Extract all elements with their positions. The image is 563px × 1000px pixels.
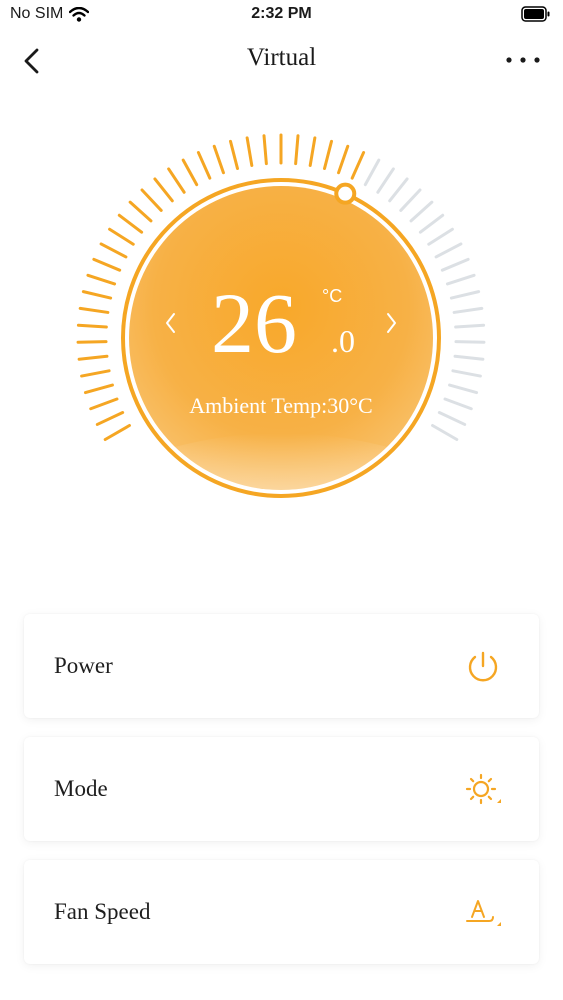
mode-card[interactable]: Mode bbox=[24, 737, 539, 841]
power-label: Power bbox=[54, 653, 113, 678]
dial-tick bbox=[418, 213, 445, 234]
dial-tick bbox=[434, 242, 463, 259]
dial-tick bbox=[350, 151, 366, 180]
dial-tick bbox=[399, 188, 422, 212]
dial-tick bbox=[212, 144, 225, 175]
dial-tick bbox=[409, 200, 434, 223]
ambient-temperature: Ambient Temp:30°C bbox=[189, 393, 372, 418]
dial-tick bbox=[363, 158, 381, 187]
power-card[interactable]: Power bbox=[24, 614, 539, 718]
status-bar: No SIM 2:32 PM bbox=[0, 0, 563, 30]
dial-tick bbox=[117, 213, 144, 234]
set-temperature-decimal: .0 bbox=[331, 323, 355, 359]
status-time: 2:32 PM bbox=[251, 5, 312, 22]
dial-tick bbox=[388, 177, 409, 203]
dial-tick bbox=[245, 136, 254, 167]
dial-tick bbox=[77, 354, 109, 361]
dial-tick bbox=[440, 257, 470, 272]
fan-speed-card[interactable]: Fan Speed bbox=[24, 860, 539, 964]
power-icon[interactable] bbox=[463, 647, 503, 687]
dial-tick bbox=[437, 411, 467, 426]
dial-tick bbox=[376, 167, 395, 194]
thermostat-dial[interactable]: 26 °C .0 Ambient Temp:30°C bbox=[61, 118, 501, 558]
dial-tick bbox=[76, 340, 108, 344]
page-title: Virtual bbox=[246, 44, 317, 71]
dial-tick bbox=[453, 354, 485, 361]
dial-tick bbox=[108, 227, 135, 246]
dial-tick bbox=[262, 134, 268, 166]
dial-tick bbox=[78, 306, 110, 314]
dial-tick bbox=[337, 144, 350, 175]
dial-tick bbox=[95, 411, 125, 426]
dial-tick bbox=[89, 397, 119, 411]
dial-tick bbox=[454, 323, 486, 329]
mode-label: Mode bbox=[54, 776, 108, 801]
fan-speed-auto-icon[interactable] bbox=[463, 893, 503, 933]
dial-tick bbox=[454, 340, 486, 344]
dial-tick bbox=[443, 397, 473, 411]
dial-tick bbox=[229, 139, 239, 170]
dial-tick bbox=[83, 383, 114, 395]
dial-tick bbox=[80, 369, 111, 378]
dial-knob[interactable] bbox=[334, 182, 357, 205]
dial-tick bbox=[452, 306, 484, 314]
dial-tick bbox=[308, 136, 317, 167]
dial-tick bbox=[427, 227, 454, 246]
temperature-unit: °C bbox=[322, 286, 342, 306]
nav-bar: Virtual bbox=[0, 36, 563, 86]
dial-tick bbox=[99, 242, 128, 259]
dial-tick bbox=[92, 257, 122, 272]
battery-icon bbox=[521, 6, 550, 22]
dial-tick bbox=[196, 151, 212, 180]
dial-tick bbox=[445, 273, 476, 286]
set-temperature-value: 26 bbox=[211, 275, 297, 371]
dial-tick bbox=[449, 290, 481, 300]
dial-tick bbox=[140, 188, 163, 212]
dial-tick bbox=[128, 200, 153, 223]
dial-tick bbox=[431, 424, 459, 441]
dial-face-highlight bbox=[171, 433, 391, 490]
sun-icon[interactable] bbox=[463, 770, 503, 810]
dial-tick bbox=[103, 424, 131, 441]
dial-tick bbox=[448, 383, 479, 395]
dial-tick bbox=[294, 134, 300, 166]
dial-tick bbox=[451, 369, 482, 378]
dial-tick bbox=[153, 177, 174, 203]
fan-speed-label: Fan Speed bbox=[54, 899, 151, 924]
dial-tick bbox=[86, 273, 117, 286]
dial-tick bbox=[181, 158, 199, 187]
dial-tick bbox=[167, 167, 186, 194]
dial-tick bbox=[81, 290, 113, 300]
more-horizontal-icon[interactable] bbox=[503, 50, 543, 70]
dial-tick bbox=[323, 139, 333, 170]
dial-tick bbox=[76, 323, 108, 329]
